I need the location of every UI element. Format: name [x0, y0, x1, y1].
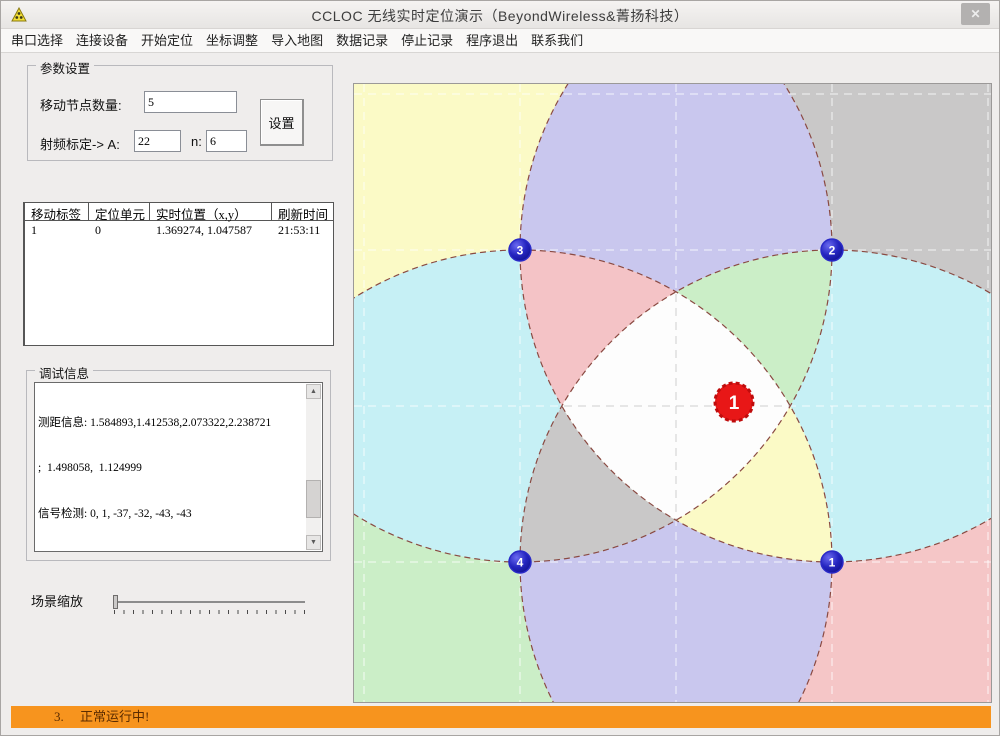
- cell-refresh-time: 21:53:11: [278, 223, 321, 237]
- table-row[interactable]: 1 0 1.369274, 1.047587 21:53:11: [25, 221, 333, 238]
- status-message: 正常运行中!: [80, 709, 150, 724]
- anchor-node-2: 2: [820, 238, 844, 262]
- menu-exit[interactable]: 程序退出: [460, 29, 524, 52]
- debug-log-area[interactable]: 测距信息: 1.584893,1.412538,2.073322,2.23872…: [34, 382, 323, 552]
- slider-thumb[interactable]: [113, 595, 118, 609]
- status-bar: 3. 正常运行中!: [11, 706, 991, 728]
- title-bar: CCLOC 无线实时定位演示（BeyondWireless&菁扬科技） ✕: [1, 1, 999, 29]
- scroll-up-icon[interactable]: ▲: [306, 384, 321, 399]
- mobile-node[interactable]: 1: [713, 381, 755, 423]
- scrollbar-thumb[interactable]: [306, 480, 321, 519]
- debug-scrollbar[interactable]: ▲ ▼: [306, 384, 321, 550]
- cell-mobile-tag: 1: [31, 223, 37, 237]
- menu-connect-device[interactable]: 连接设备: [70, 29, 134, 52]
- node-count-input[interactable]: [144, 91, 237, 113]
- anchor-node-1: 1: [820, 550, 844, 574]
- anchor-node-3: 3: [508, 238, 532, 262]
- svg-text:4: 4: [517, 556, 524, 570]
- scroll-down-icon[interactable]: ▼: [306, 535, 321, 550]
- scene-zoom-label: 场景缩放: [31, 594, 84, 609]
- anchor-node-4: 4: [508, 550, 532, 574]
- debug-info-legend: 调试信息: [35, 363, 94, 382]
- menu-start-positioning[interactable]: 开始定位: [135, 29, 199, 52]
- node-count-label: 移动节点数量:: [40, 98, 122, 113]
- slider-ticks: [114, 610, 307, 614]
- svg-text:3: 3: [517, 244, 524, 258]
- positioning-map-canvas: 3 2 4 1 1: [207, 1, 999, 735]
- window-title: CCLOC 无线实时定位演示（BeyondWireless&菁扬科技）: [311, 8, 689, 24]
- set-button[interactable]: 设置: [260, 99, 304, 146]
- debug-log-text: 测距信息: 1.584893,1.412538,2.073322,2.23872…: [38, 416, 272, 521]
- close-button[interactable]: ✕: [961, 3, 990, 25]
- scene-zoom-slider[interactable]: [111, 593, 307, 615]
- header-positioning-unit: 定位单元: [89, 203, 150, 222]
- header-realtime-position: 实时位置（x,y）: [150, 203, 272, 222]
- positioning-map-panel[interactable]: 3 2 4 1 1: [207, 1, 999, 735]
- cell-realtime-position: 1.369274, 1.047587: [156, 223, 252, 237]
- debug-info-group: 调试信息 测距信息: 1.584893,1.412538,2.073322,2.…: [26, 363, 331, 561]
- menu-coordinate-adjust[interactable]: 坐标调整: [200, 29, 264, 52]
- svg-text:1: 1: [829, 556, 836, 570]
- rf-n-label: n:: [191, 134, 202, 149]
- menu-import-map[interactable]: 导入地图: [265, 29, 329, 52]
- table-header-row: 移动标签 定位单元 实时位置（x,y） 刷新时间: [25, 203, 333, 222]
- svg-text:1: 1: [729, 393, 740, 414]
- rf-n-input[interactable]: [206, 130, 247, 152]
- menu-contact-us[interactable]: 联系我们: [525, 29, 589, 52]
- app-window: CCLOC 无线实时定位演示（BeyondWireless&菁扬科技） ✕ 串口…: [0, 0, 1000, 736]
- status-counter: 3.: [54, 709, 64, 724]
- rf-a-input[interactable]: [134, 130, 181, 152]
- menu-data-record[interactable]: 数据记录: [330, 29, 394, 52]
- slider-track[interactable]: [113, 601, 305, 603]
- menu-serial-port[interactable]: 串口选择: [5, 29, 69, 52]
- svg-text:2: 2: [829, 244, 836, 258]
- header-mobile-tag: 移动标签: [25, 203, 89, 222]
- menu-bar: 串口选择 连接设备 开始定位 坐标调整 导入地图 数据记录 停止记录 程序退出 …: [1, 29, 999, 53]
- rf-calibration-label: 射频标定-> A:: [40, 137, 120, 152]
- parameter-settings-legend: 参数设置: [36, 58, 95, 77]
- menu-stop-record[interactable]: 停止记录: [395, 29, 459, 52]
- parameter-settings-group: 参数设置 移动节点数量: 射频标定-> A: n: 设置: [27, 58, 333, 161]
- header-refresh-time: 刷新时间: [278, 208, 329, 222]
- cell-positioning-unit: 0: [95, 223, 101, 237]
- tag-position-table[interactable]: 移动标签 定位单元 实时位置（x,y） 刷新时间 1 0 1.369274, 1…: [23, 202, 334, 346]
